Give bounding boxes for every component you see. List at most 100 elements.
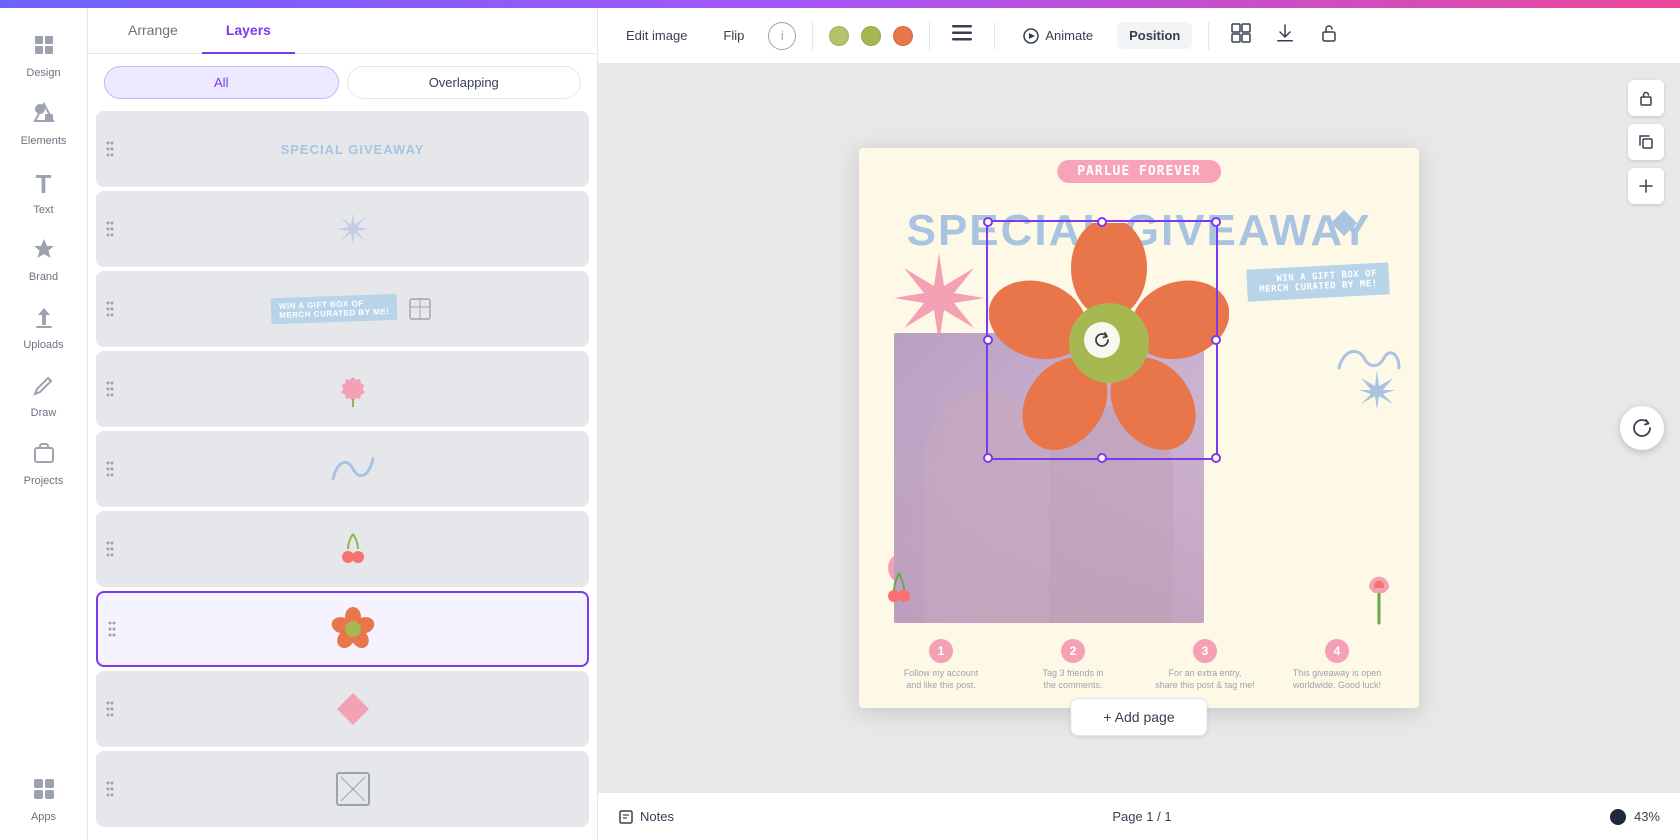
apps-icon <box>32 777 56 807</box>
drag-handle[interactable] <box>104 379 116 399</box>
zoom-level: 43% <box>1634 809 1660 824</box>
menu-icon[interactable] <box>946 19 978 52</box>
uploads-icon <box>32 305 56 335</box>
top-toolbar: Edit image Flip i Animate Position <box>598 8 1680 64</box>
curly-deco <box>1329 338 1409 398</box>
top-bar <box>0 0 1680 8</box>
layers-panel: Arrange Layers All Overlapping SPECIAL G… <box>88 8 598 840</box>
left-sidebar: Design Elements T Text Brand U <box>0 8 88 840</box>
tab-arrange[interactable]: Arrange <box>104 8 202 54</box>
filter-overlapping[interactable]: Overlapping <box>347 66 582 99</box>
step-4: 4 This giveaway is openworldwide. Good l… <box>1271 639 1403 692</box>
layer-item[interactable] <box>96 191 589 267</box>
bottom-bar: Notes Page 1 / 1 43% <box>598 792 1680 840</box>
canvas-win-text: WIN A GIFT BOX OFMERCH CURATED BY ME! <box>1246 262 1390 301</box>
rotate-button[interactable] <box>1620 406 1664 450</box>
layer-preview <box>124 691 581 727</box>
layer-preview <box>124 371 581 407</box>
drag-handle[interactable] <box>106 619 118 639</box>
flip-button[interactable]: Flip <box>711 22 756 49</box>
orange-flower[interactable] <box>989 223 1229 463</box>
sidebar-label-design: Design <box>26 67 60 79</box>
layer-preview <box>126 607 579 651</box>
unlock-canvas-button[interactable] <box>1628 80 1664 116</box>
sidebar-label-draw: Draw <box>31 407 57 419</box>
drag-handle[interactable] <box>104 299 116 319</box>
steps-row: 1 Follow my accountand like this post. 2… <box>859 639 1419 692</box>
layer-item[interactable] <box>96 351 589 427</box>
step-1: 1 Follow my accountand like this post. <box>875 639 1007 692</box>
layer-preview <box>124 454 581 484</box>
sidebar-item-design[interactable]: Design <box>8 24 80 88</box>
drag-handle[interactable] <box>104 139 116 159</box>
step-num-4: 4 <box>1325 639 1349 663</box>
layer-item-selected[interactable] <box>96 591 589 667</box>
sidebar-label-uploads: Uploads <box>23 339 63 351</box>
drag-handle[interactable] <box>104 539 116 559</box>
add-page-button[interactable]: + Add page <box>1070 698 1207 736</box>
step-3: 3 For an extra entry,share this post & t… <box>1139 639 1271 692</box>
toolbar-divider <box>1208 22 1209 50</box>
sidebar-item-projects[interactable]: Projects <box>8 432 80 496</box>
sidebar-item-uploads[interactable]: Uploads <box>8 296 80 360</box>
position-button[interactable]: Position <box>1117 22 1192 49</box>
sidebar-label-text: Text <box>33 204 53 216</box>
step-num-1: 1 <box>929 639 953 663</box>
layers-list: SPECIAL GIVEAWAY WIN A GIFT BOX OFMERCH … <box>88 111 597 840</box>
toolbar-divider <box>929 22 930 50</box>
step-num-2: 2 <box>1061 639 1085 663</box>
sidebar-item-apps[interactable]: Apps <box>8 768 80 832</box>
layer-item[interactable] <box>96 671 589 747</box>
layer-preview <box>124 529 581 569</box>
sidebar-item-brand[interactable]: Brand <box>8 228 80 292</box>
drag-handle[interactable] <box>104 459 116 479</box>
zoom-dot <box>1610 809 1626 825</box>
projects-icon <box>32 441 56 471</box>
step-text-1: Follow my accountand like this post. <box>904 667 979 692</box>
sidebar-item-draw[interactable]: Draw <box>8 364 80 428</box>
toolbar-divider <box>994 22 995 50</box>
drag-handle[interactable] <box>104 219 116 239</box>
download-icon[interactable] <box>1269 17 1301 54</box>
info-button[interactable]: i <box>768 22 796 50</box>
layer-item[interactable]: WIN A GIFT BOX OFMERCH CURATED BY ME! <box>96 271 589 347</box>
brand-icon <box>32 237 56 267</box>
drag-handle[interactable] <box>104 699 116 719</box>
layer-item[interactable] <box>96 431 589 507</box>
layer-preview: SPECIAL GIVEAWAY <box>124 142 581 157</box>
copy-canvas-button[interactable] <box>1628 124 1664 160</box>
layer-item[interactable] <box>96 511 589 587</box>
unlock-icon[interactable] <box>1313 17 1345 54</box>
drag-handle[interactable] <box>104 779 116 799</box>
color-swatch-2[interactable] <box>861 26 881 46</box>
layer-item[interactable] <box>96 751 589 827</box>
page-info: Page 1 / 1 <box>1112 809 1171 824</box>
layer-preview: WIN A GIFT BOX OFMERCH CURATED BY ME! <box>124 295 581 323</box>
right-controls <box>1628 80 1664 204</box>
sidebar-label-brand: Brand <box>29 271 58 283</box>
add-canvas-button[interactable] <box>1628 168 1664 204</box>
step-num-3: 3 <box>1193 639 1217 663</box>
color-swatch-1[interactable] <box>829 26 849 46</box>
tulip-pink <box>1354 558 1404 628</box>
grid-icon[interactable] <box>1225 17 1257 54</box>
step-text-2: Tag 3 friends inthe comments. <box>1042 667 1103 692</box>
design-canvas: PARLUE FOREVER SPECIAL GIVEAWAY WIN A GI… <box>859 148 1419 708</box>
layer-item[interactable]: SPECIAL GIVEAWAY <box>96 111 589 187</box>
edit-image-button[interactable]: Edit image <box>614 22 699 49</box>
zoom-info: 43% <box>1610 809 1660 825</box>
animate-button[interactable]: Animate <box>1011 22 1105 50</box>
canvas-container: PARLUE FOREVER SPECIAL GIVEAWAY WIN A GI… <box>598 64 1680 792</box>
filter-all[interactable]: All <box>104 66 339 99</box>
notes-button[interactable]: Notes <box>618 809 674 825</box>
color-swatch-3[interactable] <box>893 26 913 46</box>
tab-layers[interactable]: Layers <box>202 8 295 54</box>
sidebar-label-projects: Projects <box>24 475 64 487</box>
step-text-4: This giveaway is openworldwide. Good luc… <box>1293 667 1382 692</box>
sidebar-item-elements[interactable]: Elements <box>8 92 80 156</box>
text-icon: T <box>36 169 52 200</box>
draw-icon <box>32 373 56 403</box>
notes-label: Notes <box>640 809 674 824</box>
design-icon <box>32 33 56 63</box>
sidebar-item-text[interactable]: T Text <box>8 160 80 224</box>
